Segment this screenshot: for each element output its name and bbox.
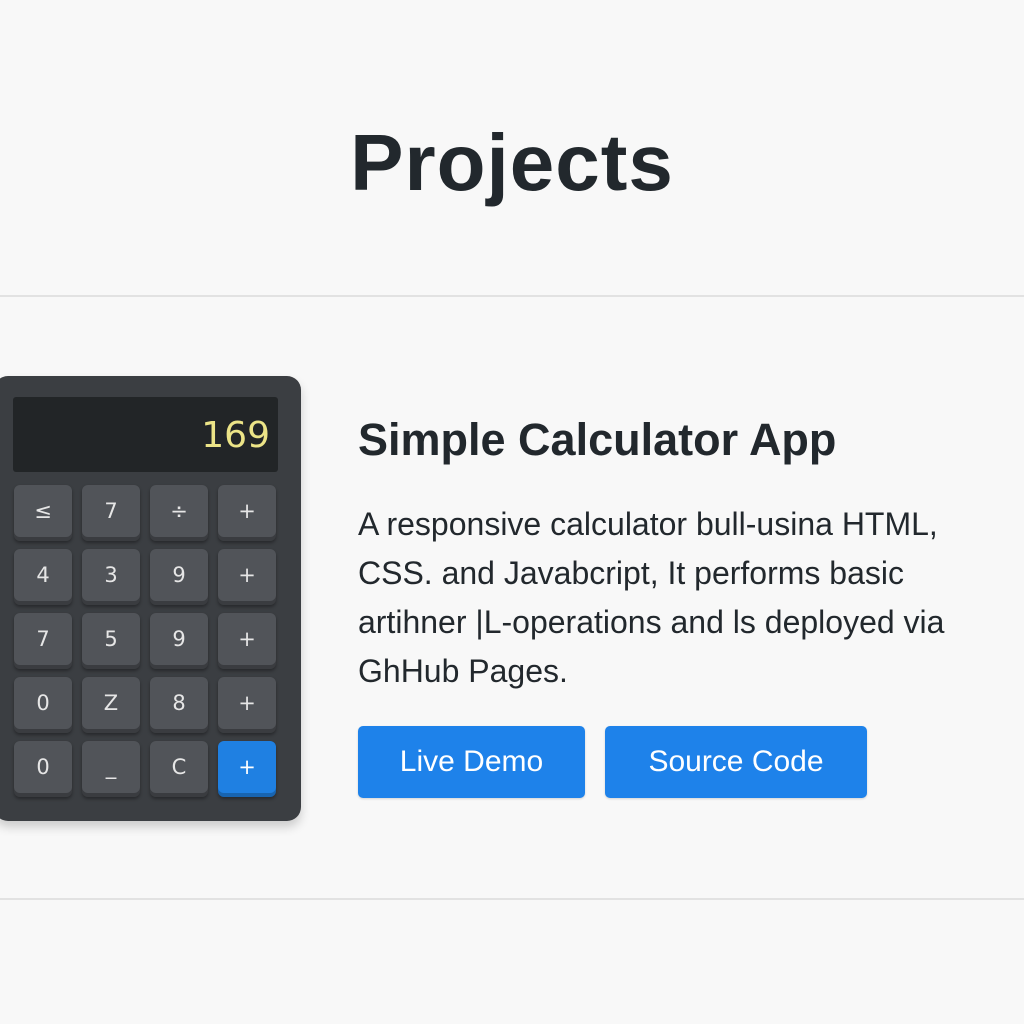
live-demo-button[interactable]: Live Demo xyxy=(358,726,585,798)
calculator-key: 4 xyxy=(14,549,72,605)
page-title: Projects xyxy=(350,118,674,207)
calculator-key: 5 xyxy=(82,613,140,669)
calculator-key: + xyxy=(218,677,276,733)
calculator-key: 7 xyxy=(82,485,140,541)
calculator-key: ÷ xyxy=(150,485,208,541)
calculator-key: + xyxy=(218,613,276,669)
calculator-key: Z xyxy=(82,677,140,733)
project-title: Simple Calculator App xyxy=(358,414,837,465)
calculator-illustration: 169 ≤ 7 ÷ + 4 3 9 + 7 5 9 + 0 Z 8 + 0 _ … xyxy=(0,376,301,821)
project-description: A responsive calculator bull-usina HTML,… xyxy=(358,506,945,689)
calculator-display: 169 xyxy=(13,397,278,472)
top-divider xyxy=(0,295,1024,297)
calculator-key: + xyxy=(218,485,276,541)
calculator-key: 7 xyxy=(14,613,72,669)
source-code-button[interactable]: Source Code xyxy=(605,726,867,798)
calculator-key: C xyxy=(150,741,208,797)
projects-page: Projects 169 ≤ 7 ÷ + 4 3 9 + 7 5 9 + 0 Z… xyxy=(0,0,1024,1024)
calculator-key: 0 xyxy=(14,677,72,733)
calculator-key: 3 xyxy=(82,549,140,605)
calculator-key: + xyxy=(218,549,276,605)
calculator-key: 0 xyxy=(14,741,72,797)
calculator-key: 8 xyxy=(150,677,208,733)
calculator-key: 9 xyxy=(150,613,208,669)
bottom-divider xyxy=(0,898,1024,900)
calculator-key: 9 xyxy=(150,549,208,605)
calculator-display-value: 169 xyxy=(201,415,270,456)
calculator-key: _ xyxy=(82,741,140,797)
calculator-key: ≤ xyxy=(14,485,72,541)
calculator-keypad: ≤ 7 ÷ + 4 3 9 + 7 5 9 + 0 Z 8 + 0 _ C + xyxy=(14,485,280,797)
calculator-key-accent: + xyxy=(218,741,276,797)
